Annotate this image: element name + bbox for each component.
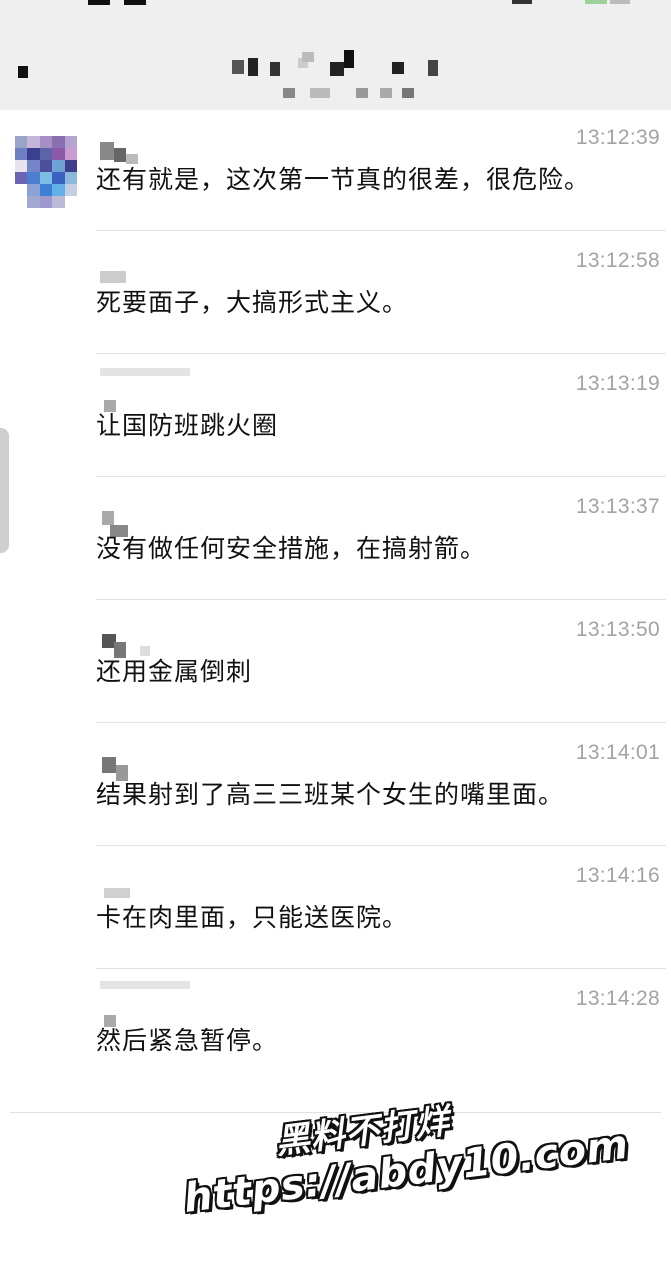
- sender-name-pixelated: [100, 489, 144, 537]
- message-text: 结果射到了高三三班某个女生的嘴里面。: [96, 780, 565, 809]
- message-item[interactable]: 13:13:37 没有做任何安全措施，在搞射箭。: [96, 477, 666, 600]
- sender-name-pixelated: [100, 858, 144, 898]
- sender-name-pixelated: [100, 366, 190, 412]
- sender-name-pixelated: [100, 981, 190, 1027]
- status-bar-element: [610, 0, 630, 4]
- message-timestamp: 13:14:01: [575, 741, 660, 764]
- message-timestamp: 13:13:19: [575, 372, 660, 395]
- message-timestamp: 13:14:28: [575, 987, 660, 1010]
- message-item[interactable]: 13:12:39 还有就是，这次第一节真的很差，很危险。: [96, 108, 666, 231]
- message-text: 还用金属倒刺: [96, 657, 253, 686]
- edge-scroll-handle[interactable]: [0, 428, 9, 553]
- message-text: 还有就是，这次第一节真的很差，很危险。: [96, 165, 591, 194]
- message-item[interactable]: 13:12:58 死要面子，大搞形式主义。: [96, 231, 666, 354]
- back-icon[interactable]: [18, 66, 28, 78]
- avatar[interactable]: [15, 136, 77, 208]
- message-timestamp: 13:13:37: [575, 495, 660, 518]
- sender-name-pixelated: [100, 120, 144, 164]
- message-item[interactable]: 13:13:50 还用金属倒刺: [96, 600, 666, 723]
- watermark: 黑料不打烊 https://abdy10.com: [162, 1065, 631, 1275]
- message-text: 然后紧急暂停。: [96, 1026, 279, 1055]
- status-bar-element: [124, 0, 146, 5]
- message-item[interactable]: 13:13:19 让国防班跳火圈: [96, 354, 666, 477]
- message-item[interactable]: 13:14:01 结果射到了高三三班某个女生的嘴里面。: [96, 723, 666, 846]
- sender-name-pixelated: [100, 735, 144, 781]
- message-text: 死要面子，大搞形式主义。: [96, 288, 409, 317]
- sender-name-pixelated: [100, 612, 150, 658]
- status-bar-element: [88, 0, 110, 5]
- message-timestamp: 13:13:50: [575, 618, 660, 641]
- message-text: 卡在肉里面，只能送医院。: [96, 903, 409, 932]
- battery-icon: [585, 0, 607, 4]
- message-timestamp: 13:12:58: [575, 249, 660, 272]
- status-bar-element: [512, 0, 532, 4]
- message-text: 没有做任何安全措施，在搞射箭。: [96, 534, 487, 563]
- sender-name-pixelated: [100, 243, 144, 283]
- message-timestamp: 13:12:39: [575, 126, 660, 149]
- message-timestamp: 13:14:16: [575, 864, 660, 887]
- message-text: 让国防班跳火圈: [96, 411, 279, 440]
- message-item[interactable]: 13:14:16 卡在肉里面，只能送医院。: [96, 846, 666, 969]
- chat-header: [0, 0, 671, 110]
